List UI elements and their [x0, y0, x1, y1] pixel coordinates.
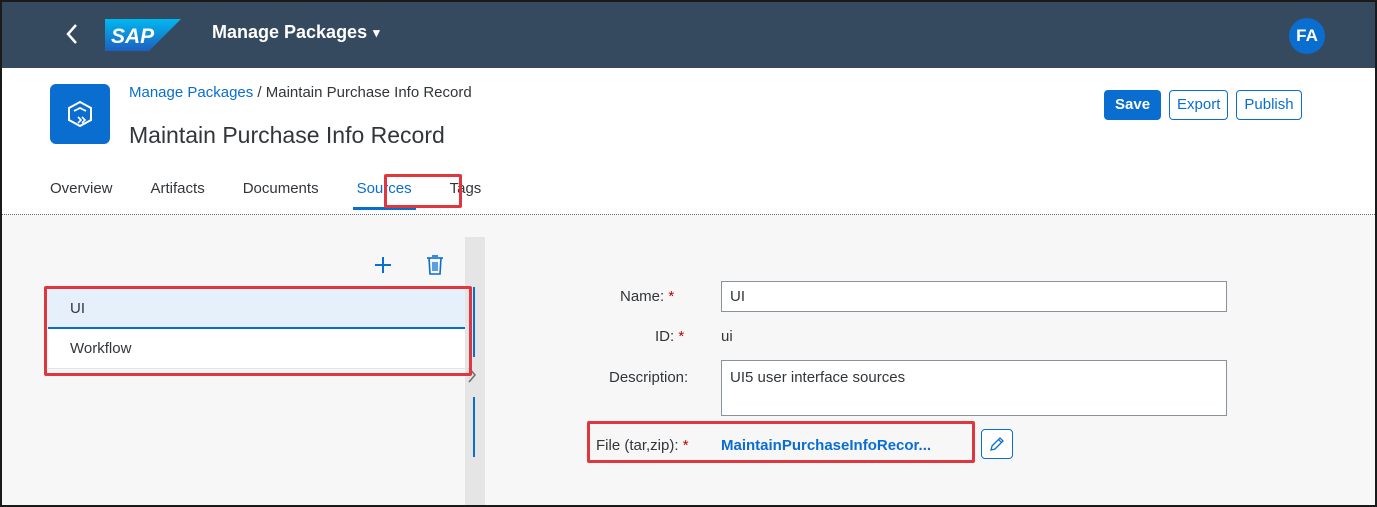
- back-button[interactable]: [60, 20, 84, 48]
- header-actions: Save Export Publish: [1104, 90, 1302, 120]
- tab-bar: Overview Artifacts Documents Sources Tag…: [50, 180, 519, 210]
- sources-master-pane: UI Workflow: [8, 239, 468, 505]
- file-label: File (tar,zip): *: [596, 437, 689, 454]
- app-window: SAP Manage Packages ▾ FA Manage Packages…: [0, 0, 1377, 507]
- name-label: Name: *: [620, 288, 675, 305]
- chevron-down-icon: ▾: [373, 24, 380, 40]
- trash-icon: [427, 255, 443, 275]
- pane-splitter[interactable]: [465, 237, 485, 505]
- tab-sources[interactable]: Sources: [352, 180, 416, 210]
- chevron-left-icon: [66, 24, 77, 44]
- id-value: ui: [721, 328, 733, 345]
- list-item-workflow[interactable]: Workflow: [48, 329, 468, 369]
- file-link[interactable]: MaintainPurchaseInfoRecor...: [721, 437, 931, 454]
- object-header: Manage Packages / Maintain Purchase Info…: [2, 68, 1375, 215]
- page-title: Maintain Purchase Info Record: [129, 122, 445, 148]
- required-marker: *: [678, 328, 685, 345]
- splitter-bar-bottom: [473, 397, 475, 457]
- description-label: Description:: [609, 369, 689, 386]
- tab-tags[interactable]: Tags: [450, 180, 482, 207]
- source-detail-pane: Name: * ID: * ui Description: UI5 user i…: [485, 215, 1375, 505]
- pencil-icon: [990, 437, 1004, 451]
- breadcrumb: Manage Packages / Maintain Purchase Info…: [129, 84, 472, 101]
- id-label: ID: *: [655, 328, 685, 345]
- save-button[interactable]: Save: [1104, 90, 1162, 120]
- required-marker: *: [682, 437, 689, 454]
- plus-icon: [375, 257, 391, 273]
- name-input[interactable]: [721, 281, 1227, 312]
- tab-artifacts[interactable]: Artifacts: [151, 180, 205, 207]
- app-title-menu[interactable]: Manage Packages ▾: [212, 22, 380, 43]
- package-transport-icon: [50, 84, 110, 144]
- publish-button[interactable]: Publish: [1236, 90, 1302, 120]
- sources-list: UI Workflow: [48, 289, 468, 369]
- export-button[interactable]: Export: [1169, 90, 1229, 120]
- app-title: Manage Packages: [212, 22, 368, 42]
- required-marker: *: [668, 288, 675, 305]
- tab-overview[interactable]: Overview: [50, 180, 113, 207]
- breadcrumb-link-manage-packages[interactable]: Manage Packages: [129, 84, 253, 101]
- chevron-right-icon[interactable]: [466, 365, 478, 391]
- sap-logo-text: SAP: [111, 25, 155, 48]
- tab-documents[interactable]: Documents: [243, 180, 319, 207]
- delete-source-button[interactable]: [423, 253, 447, 277]
- splitter-bar-top: [473, 287, 475, 357]
- avatar[interactable]: FA: [1289, 18, 1325, 54]
- list-item-ui[interactable]: UI: [48, 289, 468, 329]
- sap-logo: SAP: [105, 19, 181, 51]
- breadcrumb-separator: /: [253, 84, 266, 101]
- description-textarea[interactable]: UI5 user interface sources: [721, 360, 1227, 416]
- edit-file-button[interactable]: [981, 429, 1013, 459]
- add-source-button[interactable]: [371, 253, 395, 277]
- breadcrumb-current: Maintain Purchase Info Record: [265, 84, 472, 101]
- shell-bar: SAP Manage Packages ▾ FA: [2, 2, 1375, 68]
